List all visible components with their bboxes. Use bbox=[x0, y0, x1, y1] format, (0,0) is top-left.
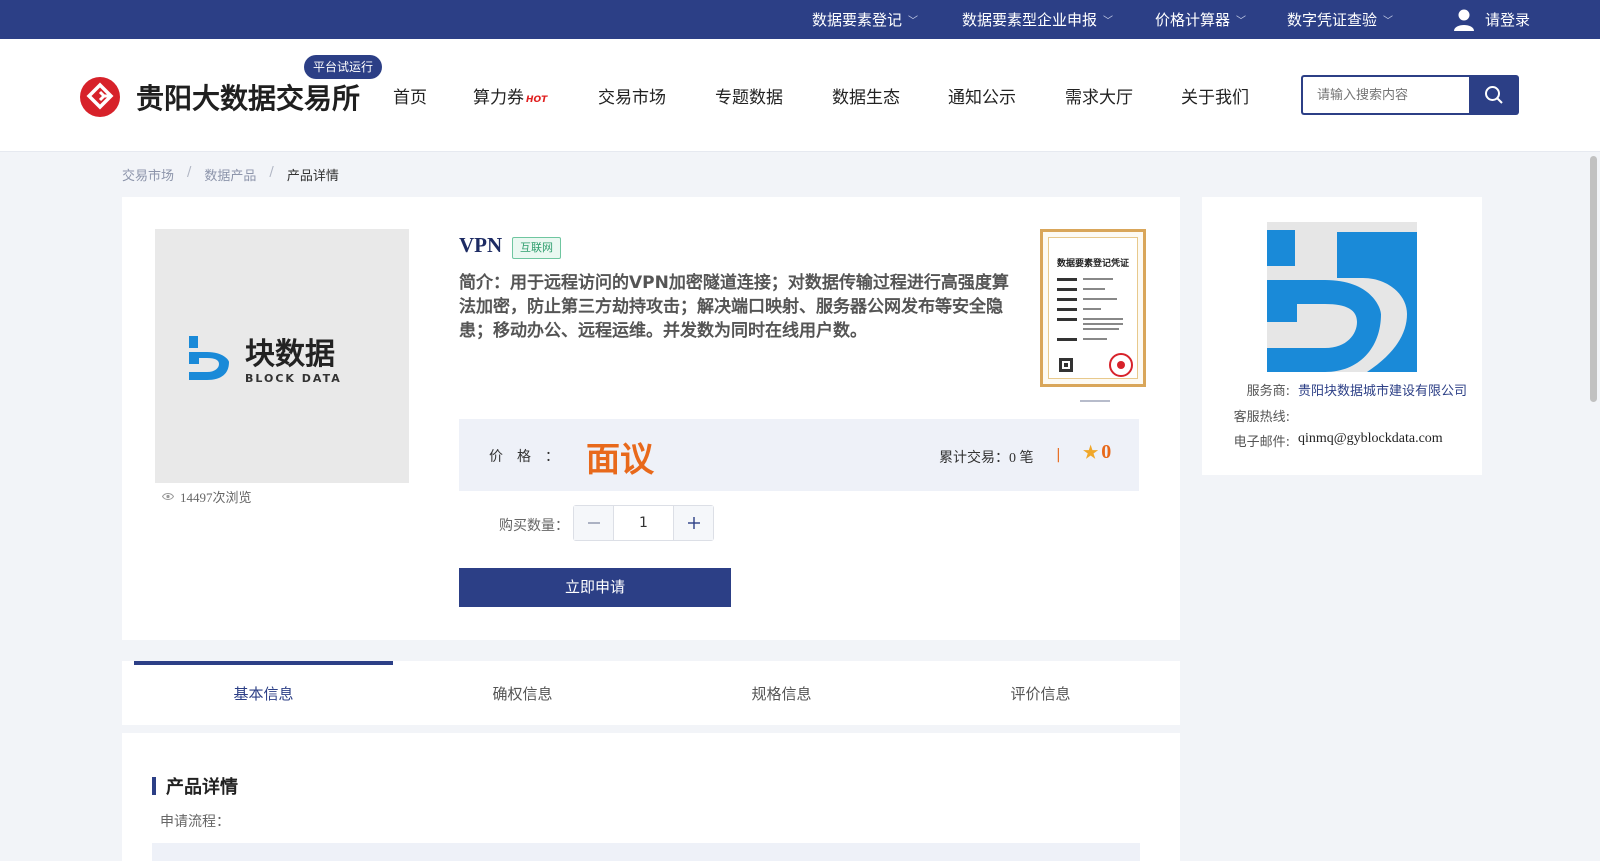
login-link[interactable]: 请登录 bbox=[1453, 0, 1530, 39]
provider-row: 服务商: 贵阳块数据城市建设有限公司 bbox=[1202, 380, 1467, 399]
application-flow-label: 申请流程： bbox=[160, 814, 230, 830]
breadcrumb: 交易市场 / 数据产品 / 产品详情 bbox=[122, 165, 339, 184]
chevron-down-icon: ﹀ bbox=[1236, 16, 1247, 27]
rating: ★ 0 bbox=[1083, 441, 1111, 464]
apply-now-button[interactable]: 立即申请 bbox=[459, 568, 731, 607]
category-tag: 互联网 bbox=[512, 237, 561, 259]
exchange-logo-icon[interactable] bbox=[80, 77, 120, 117]
top-bar: 数据要素登记 ﹀ 数据要素型企业申报 ﹀ 价格计算器 ﹀ 数字凭证查验 ﹀ 请登录 bbox=[0, 0, 1600, 39]
nav-label: 数据生态 bbox=[832, 88, 900, 108]
nav-label: 交易市场 bbox=[598, 88, 666, 108]
trade-count: 累计交易：0 笔 bbox=[939, 451, 1034, 466]
breadcrumb-market[interactable]: 交易市场 bbox=[122, 165, 174, 184]
provider-name-link[interactable]: 贵阳块数据城市建设有限公司 bbox=[1298, 380, 1467, 399]
certificate-body-graphic bbox=[1057, 278, 1133, 377]
quantity-label: 购买数量： bbox=[499, 518, 569, 534]
top-nav-enterprise-declaration[interactable]: 数据要素型企业申报 ﹀ bbox=[962, 0, 1113, 39]
chevron-down-icon: ﹀ bbox=[1103, 16, 1114, 27]
nav-about[interactable]: 关于我们 bbox=[1181, 39, 1249, 152]
nav-home[interactable]: 首页 bbox=[393, 39, 427, 152]
product-description: 简介：用于远程访问的VPN加密隧道连接；对数据传输过程进行高强度算法加密，防止第… bbox=[459, 273, 1009, 341]
tab-spec-info[interactable]: 规格信息 bbox=[652, 661, 911, 725]
product-details-section: 产品详情 申请流程： bbox=[122, 733, 1180, 861]
nav-topic-data[interactable]: 专题数据 bbox=[715, 39, 783, 152]
increase-button[interactable] bbox=[673, 506, 713, 540]
tab-basic-info[interactable]: 基本信息 bbox=[134, 661, 393, 725]
breadcrumb-data-products[interactable]: 数据产品 bbox=[204, 165, 256, 184]
email-row: 电子邮件: qinmq@gyblockdata.com bbox=[1202, 431, 1443, 450]
nav-demand-hall[interactable]: 需求大厅 bbox=[1065, 39, 1133, 152]
provider-card: 服务商: 贵阳块数据城市建设有限公司 客服热线: 电子邮件: qinmq@gyb… bbox=[1202, 197, 1482, 475]
hotline-label: 客服热线: bbox=[1233, 410, 1290, 425]
brand-name[interactable]: 贵阳大数据交易所 bbox=[136, 77, 360, 117]
certificate-title: 数据要素登记凭证 bbox=[1056, 259, 1129, 269]
price-value: 面议 bbox=[586, 440, 654, 480]
page-scrollbar[interactable] bbox=[1586, 152, 1600, 861]
search-button[interactable] bbox=[1469, 75, 1519, 115]
tab-rights-info[interactable]: 确权信息 bbox=[393, 661, 652, 725]
email-label: 电子邮件: bbox=[1233, 435, 1290, 450]
product-image-text: 块数据 bbox=[245, 337, 335, 372]
tab-review-info[interactable]: 评价信息 bbox=[911, 661, 1170, 725]
product-image-subtext: BLOCK DATA bbox=[245, 372, 342, 385]
search-icon bbox=[1485, 86, 1503, 104]
search-input[interactable] bbox=[1301, 75, 1469, 115]
breadcrumb-separator: / bbox=[187, 165, 192, 180]
breadcrumb-current: 产品详情 bbox=[286, 169, 339, 184]
trial-badge: 平台试运行 bbox=[304, 55, 383, 79]
nav-ecosystem[interactable]: 数据生态 bbox=[832, 39, 900, 152]
nav-label: 需求大厅 bbox=[1065, 88, 1133, 108]
application-flow-panel bbox=[152, 843, 1140, 861]
nav-label: 算力券 bbox=[473, 88, 524, 108]
hot-badge: HOT bbox=[526, 94, 548, 105]
price-label: 价格： bbox=[489, 449, 573, 465]
eye-icon bbox=[162, 493, 174, 500]
product-title: VPN bbox=[459, 233, 503, 257]
plus-icon bbox=[687, 517, 700, 529]
minus-icon bbox=[587, 522, 600, 524]
nav-market[interactable]: 交易市场 bbox=[598, 39, 666, 152]
chevron-down-icon: ﹀ bbox=[908, 16, 919, 27]
nav-notices[interactable]: 通知公示 bbox=[948, 39, 1016, 152]
login-label: 请登录 bbox=[1485, 11, 1531, 29]
section-title: 产品详情 bbox=[152, 773, 238, 799]
chevron-down-icon: ﹀ bbox=[1383, 16, 1394, 27]
provider-label: 服务商: bbox=[1246, 384, 1290, 399]
registration-certificate[interactable]: 数据要素登记凭证 bbox=[1040, 229, 1146, 387]
product-image: 块数据 BLOCK DATA bbox=[155, 229, 409, 483]
detail-tabs: 基本信息 确权信息 规格信息 评价信息 bbox=[122, 661, 1180, 725]
top-nav-data-registration[interactable]: 数据要素登记 ﹀ bbox=[812, 0, 918, 39]
view-count-text: 14497次浏览 bbox=[180, 490, 252, 505]
top-nav-label: 数据要素登记 bbox=[812, 11, 903, 29]
rating-value: 0 bbox=[1101, 441, 1112, 463]
price-panel: 价格： 面议 累计交易：0 笔 | ★ 0 bbox=[459, 419, 1139, 491]
breadcrumb-separator: / bbox=[269, 165, 274, 180]
hotline-row: 客服热线: bbox=[1202, 406, 1298, 425]
provider-logo[interactable] bbox=[1267, 222, 1417, 372]
top-nav-label: 数据要素型企业申报 bbox=[962, 11, 1098, 29]
top-nav-label: 数字凭证查验 bbox=[1287, 11, 1378, 29]
nav-compute-voucher[interactable]: 算力券 HOT bbox=[473, 39, 547, 152]
star-icon: ★ bbox=[1083, 442, 1099, 462]
provider-logo-graphic bbox=[1267, 230, 1417, 372]
quantity-stepper: 1 bbox=[573, 505, 714, 541]
site-header: 贵阳大数据交易所 平台试运行 首页 算力券 HOT 交易市场 专题数据 数据生态 … bbox=[0, 39, 1600, 152]
user-icon bbox=[1454, 9, 1474, 31]
view-count: 14497次浏览 bbox=[162, 487, 252, 506]
nav-label: 首页 bbox=[393, 88, 427, 108]
divider: | bbox=[1056, 447, 1061, 463]
top-nav-label: 价格计算器 bbox=[1155, 11, 1231, 29]
nav-label: 专题数据 bbox=[715, 88, 783, 108]
quantity-input[interactable]: 1 bbox=[614, 506, 673, 540]
product-card: 块数据 BLOCK DATA 14497次浏览 VPN 互联网 简介：用于远程访… bbox=[122, 197, 1180, 640]
email-value: qinmq@gyblockdata.com bbox=[1298, 431, 1443, 446]
top-nav-price-calculator[interactable]: 价格计算器 ﹀ bbox=[1155, 0, 1246, 39]
decrease-button[interactable] bbox=[574, 506, 614, 540]
block-data-logo: 块数据 BLOCK DATA bbox=[189, 336, 342, 385]
top-nav-certificate-check[interactable]: 数字凭证查验 ﹀ bbox=[1287, 0, 1393, 39]
certificate-indicator bbox=[1080, 400, 1110, 402]
scrollbar-thumb[interactable] bbox=[1590, 156, 1597, 402]
nav-label: 通知公示 bbox=[948, 88, 1016, 108]
nav-label: 关于我们 bbox=[1181, 88, 1249, 108]
